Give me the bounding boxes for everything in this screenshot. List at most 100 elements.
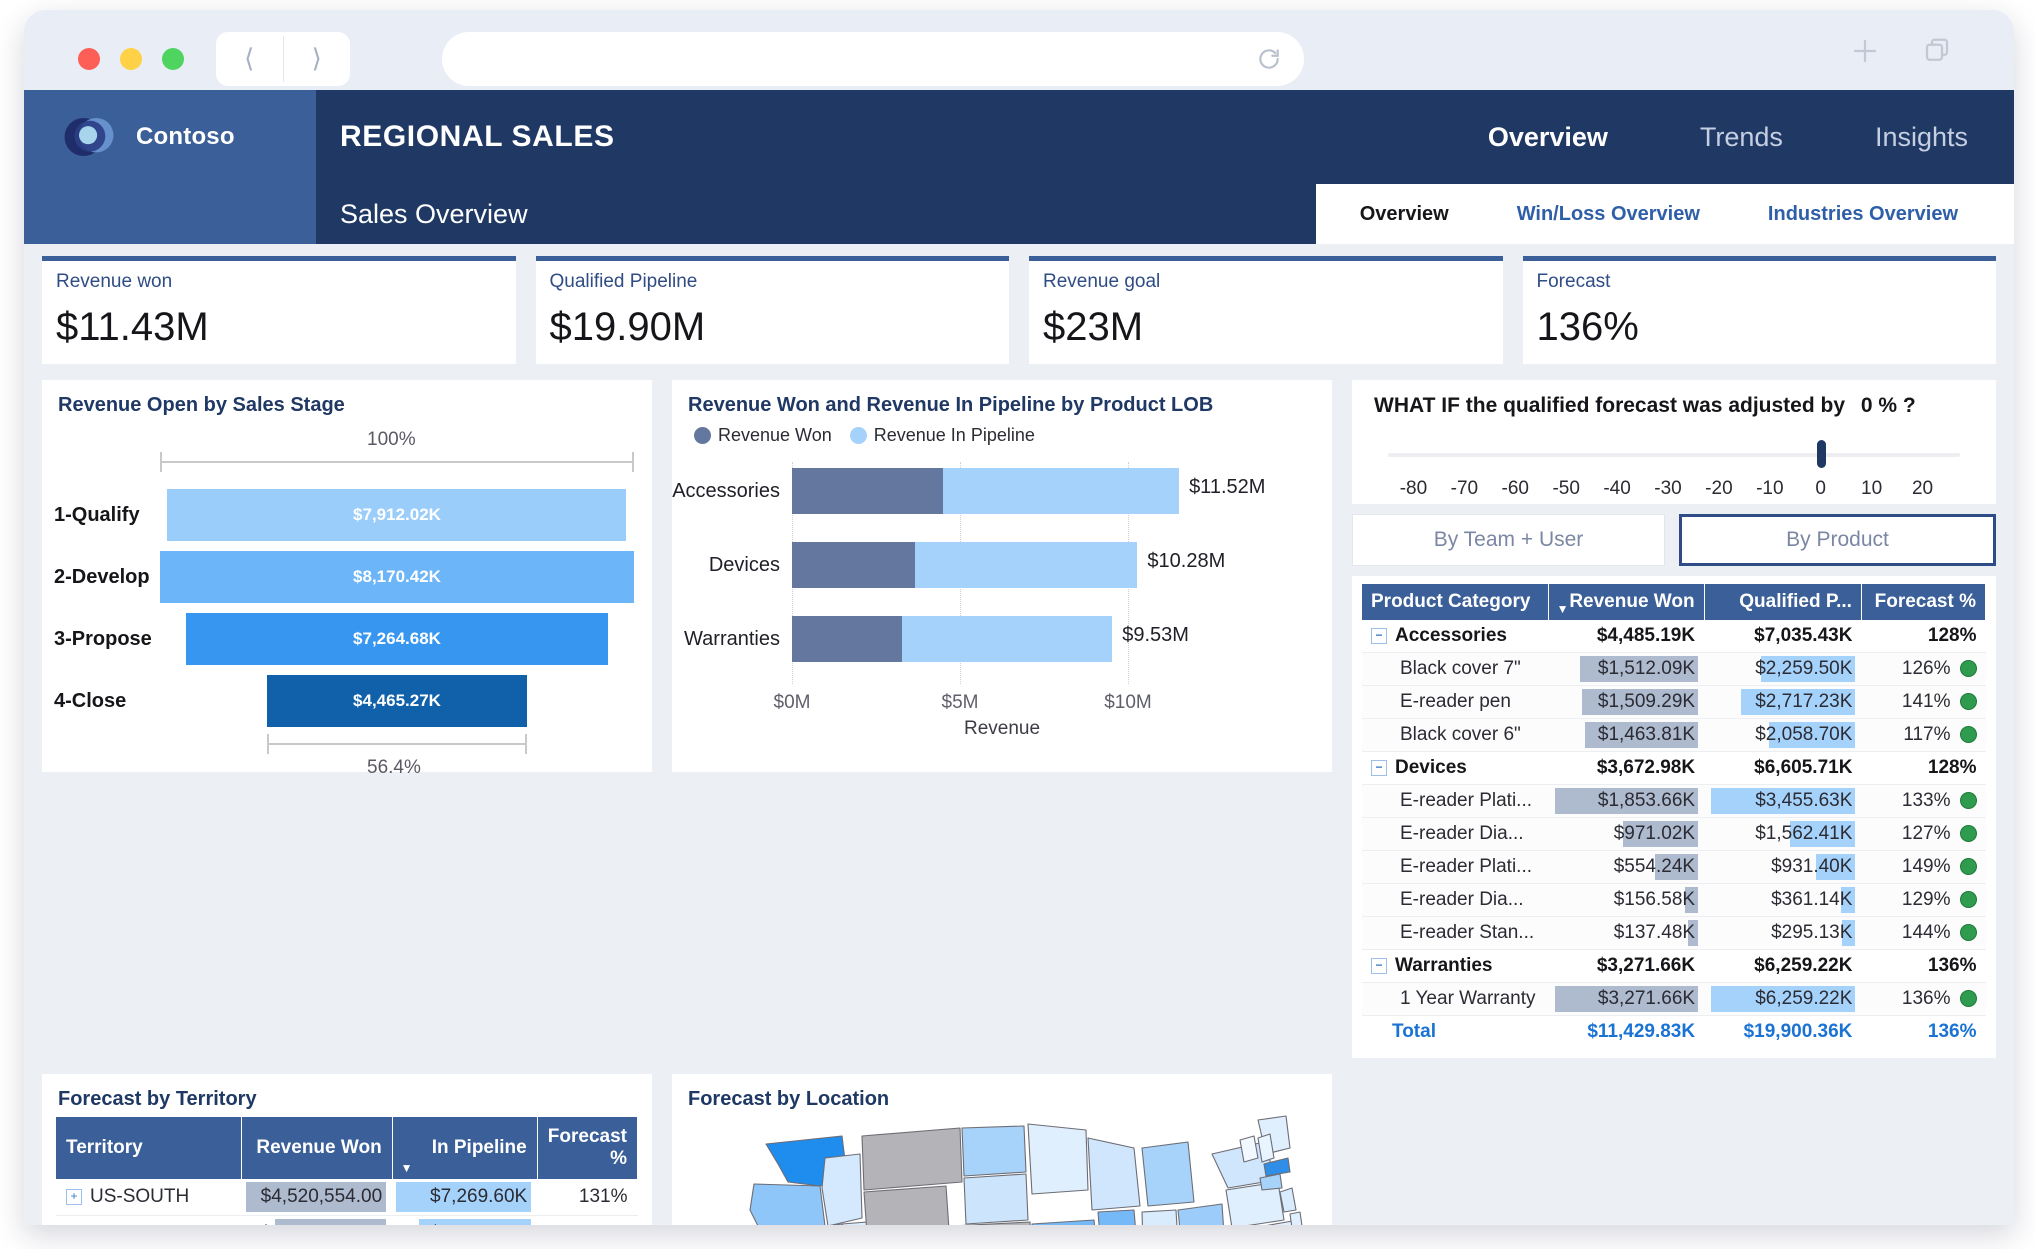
lob-bar-row[interactable]: Warranties $9.53M <box>672 610 1332 668</box>
chart-forecast-by-location[interactable]: Forecast by Location <box>672 1074 1332 1225</box>
cell-product-category[interactable]: 1 Year Warranty <box>1362 982 1549 1016</box>
nav-item-insights[interactable]: Insights <box>1829 90 2014 184</box>
cell-product-category[interactable]: Black cover 6" <box>1362 718 1549 752</box>
table-row[interactable]: E-reader Dia... $156.58K $361.14K 129% <box>1362 883 1986 917</box>
column-header-qualified-pipeline[interactable]: Qualified P... <box>1704 584 1862 620</box>
chart-revenue-won-and-pipeline-by-product-lob[interactable]: Revenue Won and Revenue In Pipeline by P… <box>672 380 1332 772</box>
table-product-category[interactable]: Product Category ▼ Revenue Won Qualified… <box>1352 576 1996 1058</box>
table-row[interactable]: Black cover 6" $1,463.81K $2,058.70K 117% <box>1362 718 1986 752</box>
cell-product-category[interactable]: Black cover 7" <box>1362 652 1549 686</box>
chart-revenue-open-by-sales-stage[interactable]: Revenue Open by Sales Stage 100% $7,912.0… <box>42 380 652 778</box>
legend-item-revenue-in-pipeline[interactable]: Revenue In Pipeline <box>849 425 1035 446</box>
forward-button[interactable]: ⟩ <box>284 32 351 86</box>
stacked-bar[interactable] <box>792 542 1138 588</box>
browser-window: ⟨ ⟩ Contoso REGIONAL SALES Overview Tren… <box>24 10 2014 1225</box>
address-input[interactable] <box>464 50 1256 68</box>
address-bar[interactable] <box>442 32 1304 86</box>
stacked-bar[interactable] <box>792 616 1113 662</box>
funnel-bar[interactable]: $7,912.02K <box>167 489 627 541</box>
column-header-forecast-pct[interactable]: Forecast % <box>1861 584 1987 620</box>
bar-segment-revenue-in-pipeline[interactable] <box>901 616 1113 662</box>
table-row[interactable]: + US-SOUTH $4,520,554.00 $7,269.60K 131% <box>56 1179 638 1216</box>
cell-territory[interactable]: +US-WEST <box>56 1215 242 1225</box>
funnel-bar[interactable]: $7,264.68K <box>186 613 608 665</box>
nav-item-overview[interactable]: Overview <box>1442 90 1654 184</box>
table-row[interactable]: E-reader Plati... $554.24K $931.40K 149% <box>1362 850 1986 884</box>
brand-area[interactable]: Contoso <box>24 90 316 184</box>
column-header-forecast-pct[interactable]: Forecast % <box>537 1117 639 1179</box>
bar-segment-revenue-won[interactable] <box>792 468 943 514</box>
cell-product-category[interactable]: E-reader pen <box>1362 685 1549 719</box>
reload-icon[interactable] <box>1256 46 1282 72</box>
slider-thumb[interactable] <box>1816 440 1826 468</box>
column-header-product-category[interactable]: Product Category <box>1362 584 1549 620</box>
tab-win-loss-overview[interactable]: Win/Loss Overview <box>1483 184 1734 244</box>
cell-forecast-pct: 129% <box>1861 883 1986 917</box>
kpi-card-forecast[interactable]: Forecast 136% <box>1522 256 1996 364</box>
table-row[interactable]: − Devices $3,672.98K $6,605.71K 128% <box>1362 751 1986 785</box>
toggle-by-team-user[interactable]: By Team + User <box>1352 514 1665 566</box>
slider-tick: 10 <box>1861 478 1883 499</box>
collapse-icon[interactable]: − <box>1371 627 1387 644</box>
kpi-card-revenue-won[interactable]: Revenue won $11.43M <box>42 256 516 364</box>
column-header-revenue-won[interactable]: Revenue Won <box>241 1117 393 1179</box>
cell-product-category[interactable]: Total <box>1362 1016 1548 1049</box>
cell-product-category[interactable]: E-reader Dia... <box>1362 883 1549 917</box>
toggle-by-product[interactable]: By Product <box>1679 514 1996 566</box>
lob-bar-row[interactable]: Accessories $11.52M <box>672 462 1332 520</box>
table-row[interactable]: − Accessories $4,485.19K $7,035.43K 128% <box>1362 620 1986 653</box>
table-row[interactable]: E-reader Plati... $1,853.66K $3,455.63K 133… <box>1362 784 1986 818</box>
cell-product-category[interactable]: − Warranties <box>1362 949 1549 983</box>
close-window-button[interactable] <box>78 48 100 70</box>
lob-bar-row[interactable]: Devices $10.28M <box>672 536 1332 594</box>
kpi-card-revenue-goal[interactable]: Revenue goal $23M <box>1029 256 1503 364</box>
table-row[interactable]: E-reader Dia... $971.02K $1,562.41K 127% <box>1362 817 1986 851</box>
cell-revenue-won: $3,041,107.00 <box>241 1215 393 1225</box>
state-mi <box>1141 1141 1195 1207</box>
us-map[interactable] <box>672 1114 1332 1225</box>
bar-segment-revenue-won[interactable] <box>792 542 916 588</box>
copy-tabs-icon[interactable] <box>1922 36 1952 66</box>
cell-product-category[interactable]: − Devices <box>1362 751 1549 785</box>
forecast-adjust-slider[interactable] <box>1374 440 1974 470</box>
table-row[interactable]: E-reader pen $1,509.29K $2,717.23K 141% <box>1362 685 1986 719</box>
funnel-bar[interactable]: $8,170.42K <box>160 551 634 603</box>
table-row[interactable]: +US-WEST $3,041,107.00 $6,061.89K 130% <box>56 1215 638 1225</box>
collapse-icon[interactable]: − <box>1371 957 1387 974</box>
cell-product-category[interactable]: E-reader Dia... <box>1362 817 1549 851</box>
bar-segment-revenue-in-pipeline[interactable] <box>942 468 1180 514</box>
cell-product-category[interactable]: − Accessories <box>1362 620 1549 653</box>
maximize-window-button[interactable] <box>162 48 184 70</box>
kpi-card-qualified-pipeline[interactable]: Qualified Pipeline $19.90M <box>535 256 1009 364</box>
funnel-bar[interactable]: $4,465.27K <box>267 675 527 727</box>
collapse-icon[interactable]: − <box>1371 759 1387 776</box>
cell-territory[interactable]: + US-SOUTH <box>56 1179 242 1216</box>
column-header-in-pipeline[interactable]: ▼ In Pipeline <box>392 1117 538 1179</box>
legend-item-revenue-won[interactable]: Revenue Won <box>694 425 832 446</box>
tab-overview[interactable]: Overview <box>1326 184 1483 244</box>
back-button[interactable]: ⟨ <box>216 32 283 86</box>
cell-product-category[interactable]: E-reader Plati... <box>1362 784 1549 818</box>
cell-product-category[interactable]: E-reader Stan... <box>1362 916 1549 950</box>
bar-segment-revenue-in-pipeline[interactable] <box>915 542 1138 588</box>
nav-item-trends[interactable]: Trends <box>1654 90 1829 184</box>
expand-icon[interactable]: + <box>66 1188 82 1205</box>
stacked-bar[interactable] <box>792 468 1180 514</box>
column-header-revenue-won[interactable]: ▼ Revenue Won <box>1548 584 1705 620</box>
slider-track[interactable] <box>1388 453 1960 457</box>
table-row[interactable]: E-reader Stan... $137.48K $295.13K 144% <box>1362 916 1986 950</box>
table-total-row[interactable]: Total $11,429.83K $19,900.36K 136% <box>1362 1016 1986 1049</box>
tab-industries-overview[interactable]: Industries Overview <box>1734 184 1992 244</box>
table-row[interactable]: 1 Year Warranty $3,271.66K $6,259.22K 136% <box>1362 982 1986 1016</box>
cell-product-category[interactable]: E-reader Plati... <box>1362 850 1549 884</box>
minimize-window-button[interactable] <box>120 48 142 70</box>
table-row[interactable]: − Warranties $3,271.66K $6,259.22K 136% <box>1362 949 1986 983</box>
column-header-territory[interactable]: Territory <box>56 1117 242 1179</box>
bar-segment-revenue-won[interactable] <box>792 616 902 662</box>
funnel-stage-label: 3-Propose <box>54 627 152 650</box>
table-row[interactable]: Black cover 7" $1,512.09K $2,259.50K 126% <box>1362 652 1986 686</box>
table-forecast-by-territory[interactable]: Forecast by Territory Territory Revenue … <box>42 1074 652 1225</box>
kpi-label: Qualified Pipeline <box>549 271 698 292</box>
plus-icon[interactable] <box>1850 36 1880 66</box>
cell-forecast-pct: 131% <box>537 1179 638 1216</box>
